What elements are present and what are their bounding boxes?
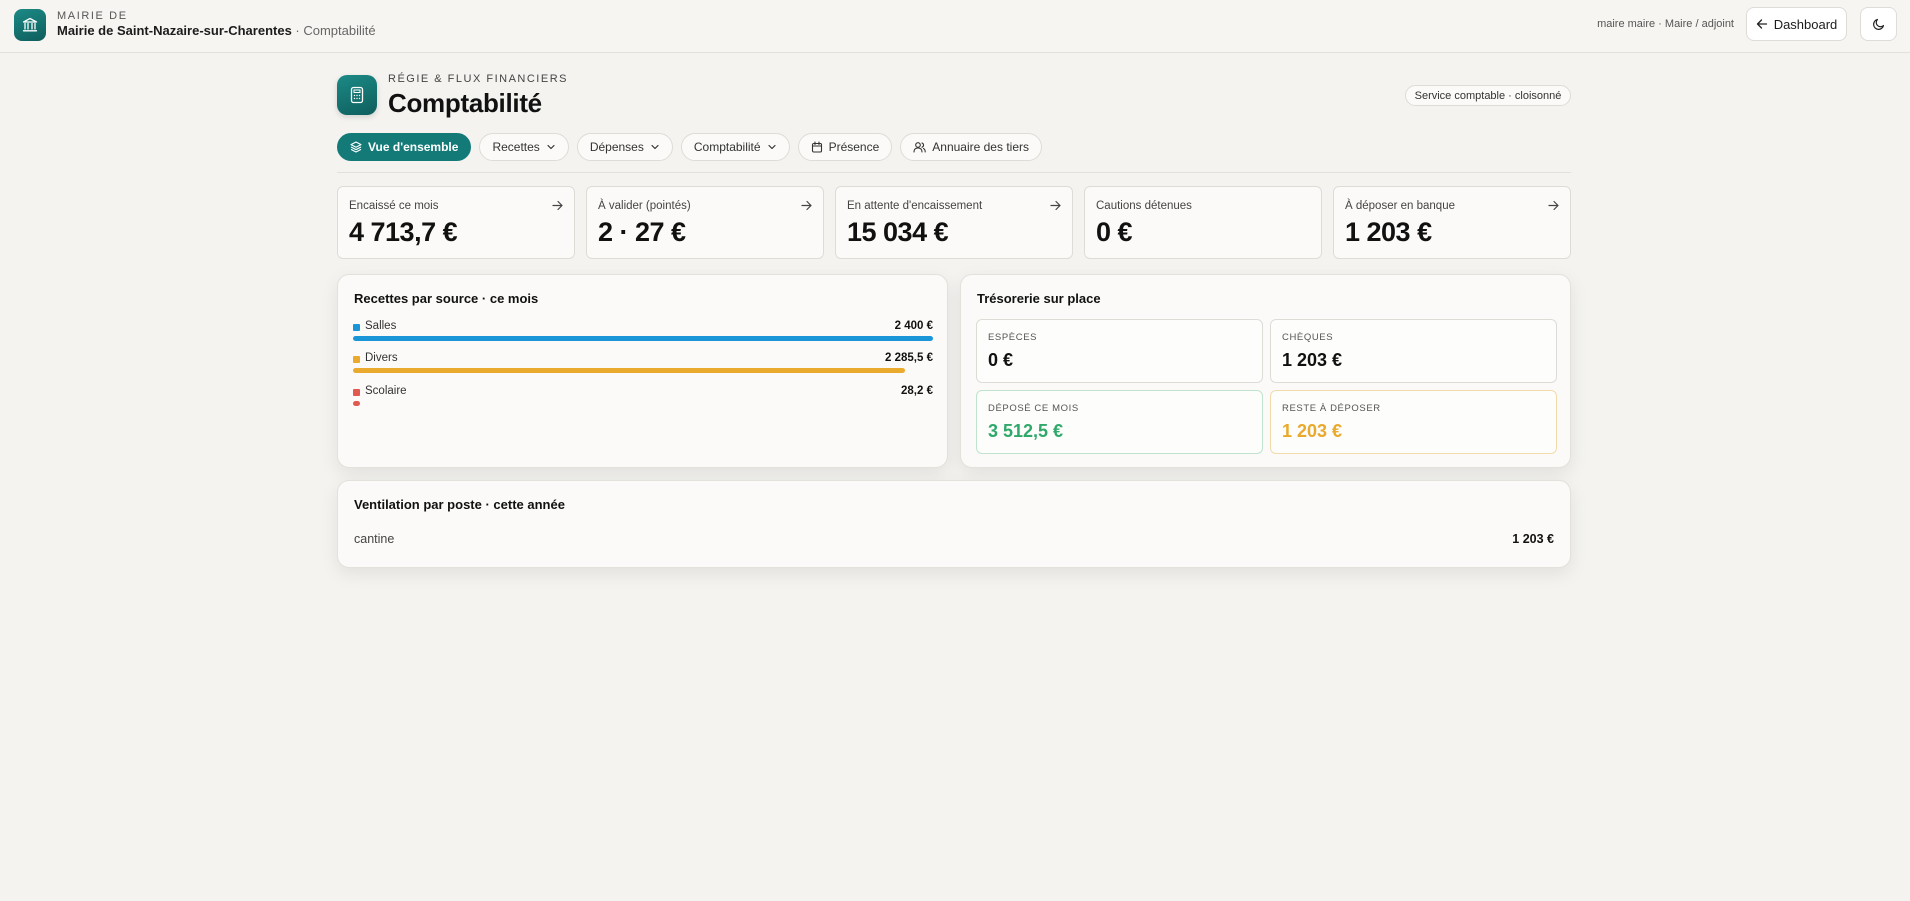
service-badge: Service comptable · cloisonné [1405, 85, 1571, 106]
source-row-salles: Salles 2 400 € [353, 320, 933, 342]
ventilation-row-label: cantine [354, 532, 395, 546]
kpi-card-cautions: Cautions détenues 0 € [1084, 186, 1322, 259]
source-bar [353, 336, 933, 341]
chevron-down-icon [767, 144, 776, 150]
tresorerie-title: Trésorerie sur place [977, 291, 1101, 306]
tab-label: Présence [828, 140, 880, 154]
sources-title: Recettes par source · ce mois [354, 291, 539, 306]
cheques-value: 1 203 € [1282, 350, 1343, 370]
arrow-right-icon [1050, 200, 1061, 211]
reste-label: RESTE À DÉPOSER [1282, 403, 1381, 414]
calendar-icon [811, 141, 822, 153]
kpi-label: Encaissé ce mois [349, 200, 439, 212]
kpi-value: 15 034 € [847, 217, 949, 247]
source-label: Divers [365, 352, 398, 364]
moon-icon [1872, 18, 1884, 30]
source-bar [353, 401, 360, 406]
tab-presence[interactable]: Présence [797, 133, 893, 161]
kpi-label: À déposer en banque [1345, 200, 1455, 212]
legend-swatch [353, 389, 360, 396]
dashboard-button-label: Dashboard [1773, 16, 1838, 32]
tab-label: Vue d'ensemble [368, 140, 459, 154]
kpi-value: 2 · 27 € [598, 217, 686, 247]
calculator-icon [350, 86, 364, 104]
kpi-value: 0 € [1096, 217, 1133, 247]
tab-label: Dépenses [589, 140, 644, 154]
reste-box: RESTE À DÉPOSER 1 203 € [1270, 390, 1557, 454]
arrow-right-icon [1548, 200, 1559, 211]
cheques-label: CHÈQUES [1282, 332, 1334, 343]
legend-swatch [353, 356, 360, 363]
depose-value: 3 512,5 € [988, 421, 1064, 441]
bank-icon [22, 17, 38, 32]
ventilation-title: Ventilation par poste · cette année [354, 497, 565, 512]
top-bar: MAIRIE DE Mairie de Saint-Nazaire-sur-Ch… [0, 0, 1910, 53]
org-section: · Comptabilité [291, 23, 376, 38]
source-row-scolaire: Scolaire 28,2 € [353, 385, 933, 407]
source-value: 28,2 € [901, 385, 933, 397]
header-divider [337, 172, 1571, 173]
page-eyebrow: RÉGIE & FLUX FINANCIERS [388, 73, 568, 85]
calculator-tile [337, 75, 377, 115]
kpi-card-encaisse[interactable]: Encaissé ce mois 4 713,7 € [337, 186, 575, 259]
kpi-label: Cautions détenues [1096, 200, 1192, 212]
especes-value: 0 € [988, 350, 1014, 370]
depose-label: DÉPOSÉ CE MOIS [988, 403, 1079, 414]
kpi-card-a-valider[interactable]: À valider (pointés) 2 · 27 € [586, 186, 824, 259]
ventilation-row-value: 1 203 € [1512, 532, 1554, 546]
kpi-card-en-attente[interactable]: En attente d'encaissement 15 034 € [835, 186, 1073, 259]
kpi-card-a-deposer[interactable]: À déposer en banque 1 203 € [1333, 186, 1571, 259]
tab-comptabilite[interactable]: Comptabilité [680, 133, 790, 161]
source-value: 2 400 € [894, 320, 933, 332]
arrow-right-icon [552, 200, 563, 211]
source-bar [353, 368, 905, 373]
kpi-label: À valider (pointés) [598, 200, 691, 212]
cheques-box: CHÈQUES 1 203 € [1270, 319, 1557, 383]
chevron-down-icon [651, 144, 659, 150]
theme-toggle-button[interactable] [1860, 7, 1897, 41]
reste-value: 1 203 € [1282, 421, 1343, 441]
source-label: Scolaire [365, 385, 407, 397]
depose-box: DÉPOSÉ CE MOIS 3 512,5 € [976, 390, 1263, 454]
user-info: maire maire · Maire / adjoint [1597, 18, 1734, 30]
users-icon [913, 142, 927, 153]
section-tabs: Vue d'ensemble Recettes Dépenses Comptab… [337, 133, 1042, 161]
especes-box: ESPÈCES 0 € [976, 319, 1263, 383]
org-title: Mairie de Saint-Nazaire-sur-Charentes · … [57, 23, 376, 38]
tab-annuaire[interactable]: Annuaire des tiers [900, 133, 1042, 161]
layers-icon [350, 141, 362, 153]
org-name: Mairie de Saint-Nazaire-sur-Charentes [57, 23, 292, 38]
tab-label: Recettes [492, 140, 540, 154]
town-hall-logo[interactable] [14, 9, 46, 41]
tresorerie-panel: Trésorerie sur place ESPÈCES 0 € CHÈQUES… [960, 274, 1571, 468]
source-value: 2 285,5 € [885, 352, 933, 364]
tab-vue-ensemble[interactable]: Vue d'ensemble [337, 133, 472, 161]
dashboard-button[interactable]: Dashboard [1746, 7, 1847, 41]
org-eyebrow: MAIRIE DE [57, 10, 128, 22]
tab-depenses[interactable]: Dépenses [576, 133, 673, 161]
legend-swatch [353, 324, 360, 331]
chevron-down-icon [547, 144, 555, 150]
arrow-right-icon [801, 200, 812, 211]
source-row-divers: Divers 2 285,5 € [353, 352, 933, 374]
ventilation-panel: Ventilation par poste · cette année cant… [337, 480, 1571, 568]
kpi-value: 1 203 € [1345, 217, 1432, 247]
arrow-left-icon [1756, 19, 1767, 29]
tab-label: Annuaire des tiers [932, 140, 1029, 154]
kpi-value: 4 713,7 € [349, 217, 458, 247]
sources-panel: Recettes par source · ce mois Salles 2 4… [337, 274, 948, 468]
kpi-label: En attente d'encaissement [847, 200, 983, 212]
tab-recettes[interactable]: Recettes [479, 133, 569, 161]
kpi-row: Encaissé ce mois 4 713,7 € À valider (po… [337, 186, 1571, 259]
especes-label: ESPÈCES [988, 332, 1038, 343]
tab-label: Comptabilité [693, 140, 761, 154]
source-label: Salles [365, 320, 397, 332]
page-title: Comptabilité [388, 88, 542, 118]
